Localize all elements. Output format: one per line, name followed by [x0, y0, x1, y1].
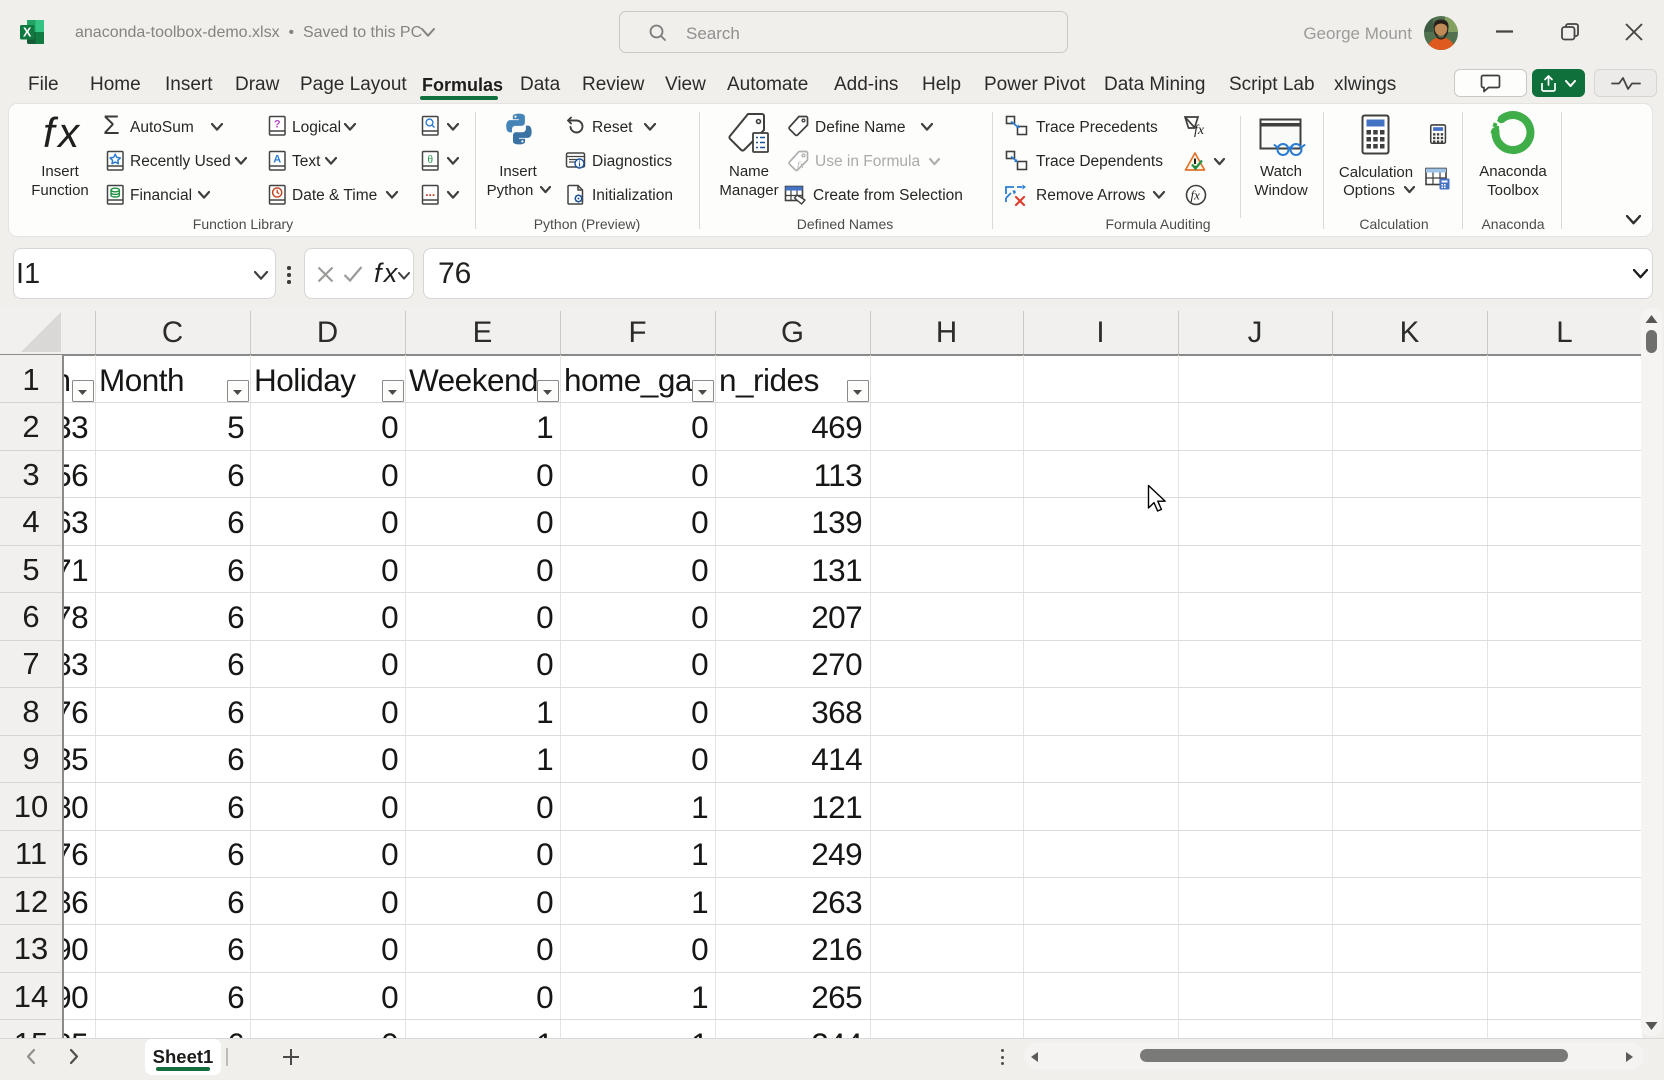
svg-text:A: A [273, 154, 281, 166]
svg-text:fx: fx [797, 160, 805, 171]
svg-text:X: X [23, 26, 32, 40]
svg-text:?: ? [274, 119, 281, 131]
svg-text:fx: fx [1194, 123, 1205, 137]
